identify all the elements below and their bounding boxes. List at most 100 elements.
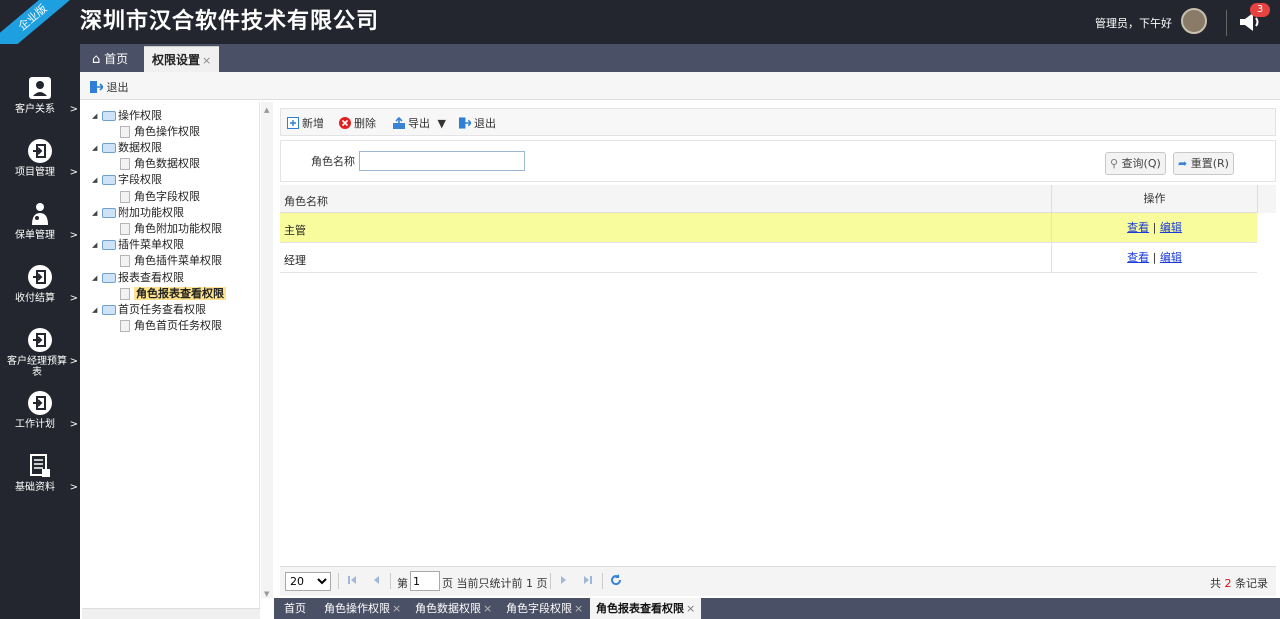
export-button[interactable]: 导出 ▼ <box>393 115 446 131</box>
divider <box>338 573 339 589</box>
chevron-right-icon: > <box>69 482 78 493</box>
nav-item-budget[interactable]: 客户经理预算表 > <box>0 328 80 388</box>
tree-node-operation[interactable]: ◢ 操作权限 <box>92 108 162 124</box>
page-icon <box>120 191 130 203</box>
nav-label: 客户关系 <box>15 104 55 115</box>
close-icon[interactable]: × <box>686 602 695 615</box>
collapse-icon[interactable]: ◢ <box>92 140 100 156</box>
folder-icon <box>102 143 116 153</box>
page-number-input[interactable] <box>410 571 440 591</box>
tree-leaf[interactable]: 角色数据权限 <box>120 156 200 172</box>
tab-label: 首页 <box>104 52 129 66</box>
refresh-icon[interactable] <box>610 574 622 586</box>
close-icon[interactable]: × <box>483 602 492 615</box>
folder-icon <box>102 208 116 218</box>
query-label: 查询(Q) <box>1121 157 1161 170</box>
enter-icon <box>28 265 52 289</box>
collapse-icon[interactable]: ◢ <box>92 172 100 188</box>
prev-page-icon[interactable] <box>370 574 382 586</box>
tree-leaf-selected[interactable]: 角色报表查看权限 <box>120 286 226 302</box>
tree-leaf[interactable]: 角色首页任务权限 <box>120 318 222 334</box>
bottom-tab-data[interactable]: 角色数据权限 × <box>409 598 498 619</box>
tree-node-report[interactable]: ◢ 报表查看权限 <box>92 270 184 286</box>
collapse-icon[interactable]: ◢ <box>92 302 100 318</box>
tree-horizontal-scrollbar[interactable] <box>82 608 260 619</box>
folder-icon <box>102 305 116 315</box>
view-link[interactable]: 查看 <box>1127 251 1149 264</box>
role-name-cell: 经理 <box>284 254 306 267</box>
nav-item-customer[interactable]: 客户关系 > <box>0 76 80 136</box>
tab-label: 权限设置 <box>152 53 201 67</box>
bottom-tab-field[interactable]: 角色字段权限 × <box>500 598 589 619</box>
collapse-icon[interactable]: ◢ <box>92 270 100 286</box>
role-name-input[interactable] <box>359 151 525 171</box>
tree-node-home-task[interactable]: ◢ 首页任务查看权限 <box>92 302 206 318</box>
tree-scrollbar[interactable]: ▲ ▼ <box>261 102 273 598</box>
tree-node-data[interactable]: ◢ 数据权限 <box>92 140 162 156</box>
user-icon <box>29 77 51 99</box>
exit-icon <box>90 81 105 93</box>
close-icon[interactable]: × <box>574 602 583 615</box>
last-page-icon[interactable] <box>582 574 594 586</box>
column-header-role-name[interactable]: 角色名称 <box>284 193 328 209</box>
tab-home[interactable]: ⌂ 首页 <box>84 46 136 72</box>
chevron-right-icon: > <box>69 167 78 178</box>
caret-down-icon: ▼ <box>437 117 446 130</box>
close-icon[interactable]: × <box>392 602 401 615</box>
page-icon <box>120 288 130 300</box>
tree-leaf-label: 角色数据权限 <box>134 157 200 170</box>
grid-header-spacer <box>1257 185 1276 213</box>
tree-leaf[interactable]: 角色操作权限 <box>120 124 200 140</box>
bottom-tab-home[interactable]: 首页 <box>278 598 312 619</box>
tree-leaf[interactable]: 角色附加功能权限 <box>120 221 222 237</box>
edit-link[interactable]: 编辑 <box>1160 221 1182 234</box>
scroll-down-icon[interactable]: ▼ <box>264 590 269 598</box>
edit-link[interactable]: 编辑 <box>1160 251 1182 264</box>
table-row[interactable]: 主管 查看 | 编辑 <box>280 213 1257 243</box>
tree-leaf[interactable]: 角色字段权限 <box>120 189 200 205</box>
chevron-right-icon: > <box>69 293 78 304</box>
document-icon <box>30 454 50 477</box>
page-prefix: 第 <box>397 577 408 590</box>
page-toolbar: 退出 <box>80 72 1280 100</box>
notification-badge: 3 <box>1250 3 1270 17</box>
delete-button[interactable]: 删除 <box>339 115 376 131</box>
nav-item-policy[interactable]: 保单管理 > <box>0 202 80 262</box>
nav-label: 项目管理 <box>15 167 55 178</box>
collapse-icon[interactable]: ◢ <box>92 237 100 253</box>
bottom-tab-operation[interactable]: 角色操作权限 × <box>318 598 407 619</box>
page-icon <box>120 320 130 332</box>
exit-button[interactable]: 退出 <box>90 79 129 95</box>
tree-leaf-label: 角色字段权限 <box>134 190 200 203</box>
page-icon <box>120 126 130 138</box>
avatar[interactable] <box>1181 8 1207 34</box>
tree-node-plugin[interactable]: ◢ 插件菜单权限 <box>92 237 184 253</box>
nav-item-basic-data[interactable]: 基础资料 > <box>0 454 80 514</box>
add-button[interactable]: 新增 <box>287 115 324 131</box>
view-link[interactable]: 查看 <box>1127 221 1149 234</box>
reset-button[interactable]: ➦ 重置(R) <box>1173 152 1234 175</box>
collapse-icon[interactable]: ◢ <box>92 205 100 221</box>
exit-label: 退出 <box>106 81 129 94</box>
tree-leaf-label: 角色报表查看权限 <box>134 287 226 300</box>
grid-exit-button[interactable]: 退出 <box>459 115 496 131</box>
chevron-right-icon: > <box>69 356 78 367</box>
scroll-up-icon[interactable]: ▲ <box>264 106 269 114</box>
next-page-icon[interactable] <box>558 574 570 586</box>
tree-leaf[interactable]: 角色插件菜单权限 <box>120 253 222 269</box>
bottom-tab-report[interactable]: 角色报表查看权限 × <box>590 598 702 619</box>
page-size-select[interactable]: 20 <box>285 572 331 591</box>
tree-node-field[interactable]: ◢ 字段权限 <box>92 172 162 188</box>
nav-item-settlement[interactable]: 收付结算 > <box>0 265 80 325</box>
bottom-tab-strip: 首页 角色操作权限 × 角色数据权限 × 角色字段权限 × 角色报表查看权限 × <box>274 598 1280 619</box>
tab-permission-settings[interactable]: 权限设置 × <box>144 46 220 72</box>
tree-node-addon[interactable]: ◢ 附加功能权限 <box>92 205 184 221</box>
table-row[interactable]: 经理 查看 | 编辑 <box>280 243 1257 273</box>
close-icon[interactable]: × <box>202 54 211 67</box>
query-button[interactable]: ⚲ 查询(Q) <box>1105 152 1166 175</box>
first-page-icon[interactable] <box>346 574 358 586</box>
collapse-icon[interactable]: ◢ <box>92 108 100 124</box>
nav-item-project[interactable]: 项目管理 > <box>0 139 80 199</box>
person-key-icon <box>32 203 48 225</box>
nav-item-work-plan[interactable]: 工作计划 > <box>0 391 80 451</box>
